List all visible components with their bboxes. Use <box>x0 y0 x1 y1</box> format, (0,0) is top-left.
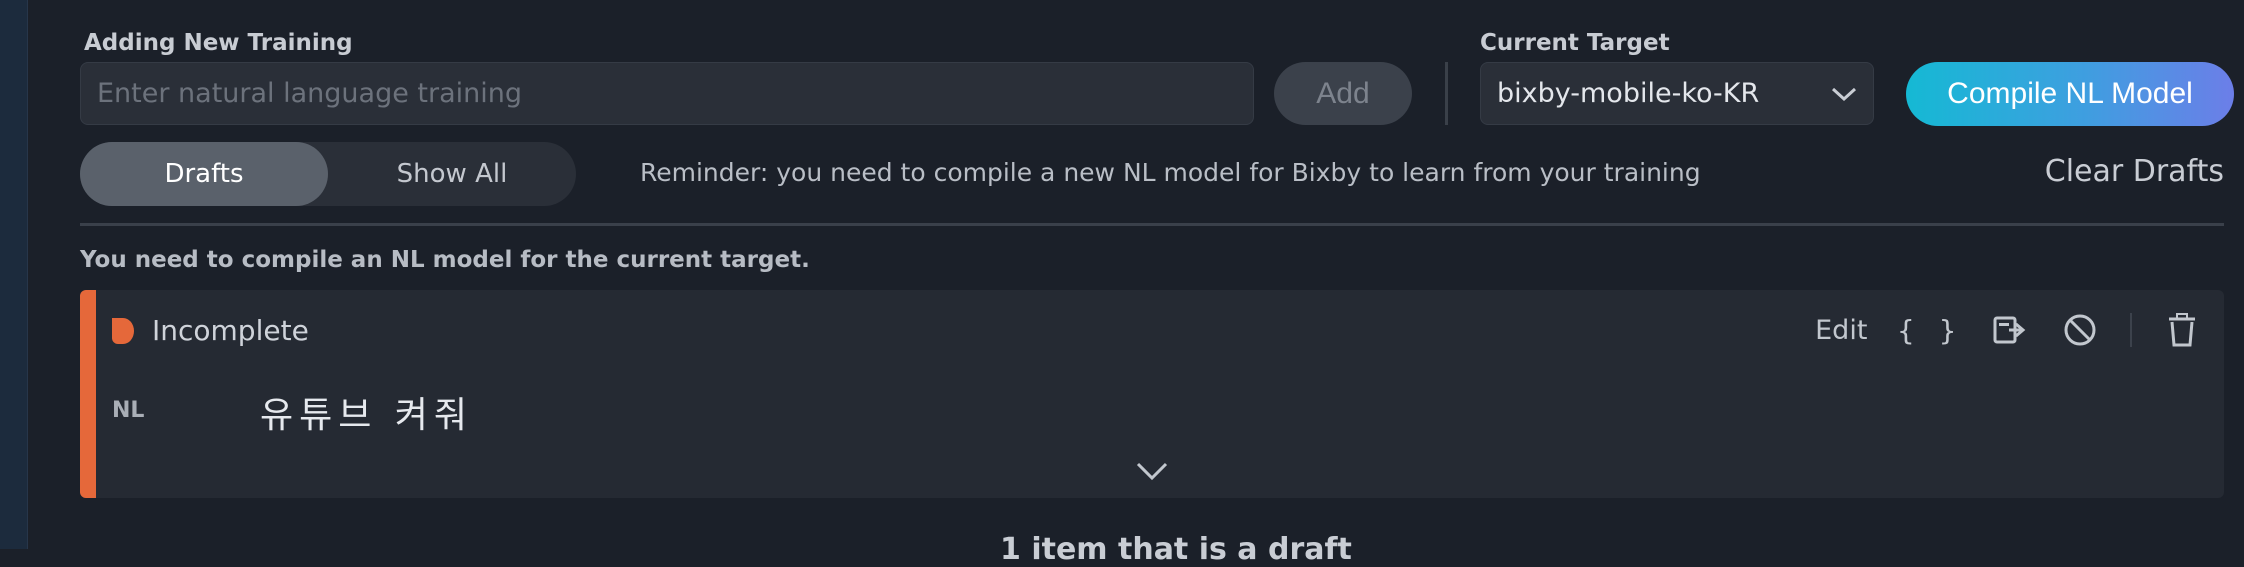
clear-drafts-button[interactable]: Clear Drafts <box>2045 154 2224 189</box>
reminder-text: Reminder: you need to compile a new NL m… <box>640 158 1701 187</box>
add-button[interactable]: Add <box>1274 62 1412 125</box>
section-divider <box>80 223 2224 226</box>
left-rail <box>0 0 28 549</box>
training-item-card[interactable]: Incomplete Edit { } NL 유튜브 켜줘 <box>80 290 2224 498</box>
nl-utterance: 유튜브 켜줘 <box>260 395 474 436</box>
draft-count-text: 1 item that is a draft <box>1000 532 1352 567</box>
item-actions: Edit { } <box>1815 308 2202 352</box>
incomplete-status-icon <box>112 318 134 344</box>
compile-nl-model-button[interactable]: Compile NL Model <box>1906 62 2234 126</box>
tab-show-all[interactable]: Show All <box>328 142 576 206</box>
status-label: Incomplete <box>152 314 309 347</box>
nl-label: NL <box>112 398 145 423</box>
edit-button[interactable]: Edit <box>1815 315 1867 346</box>
toolbar-divider <box>1445 62 1448 125</box>
trash-icon[interactable] <box>2162 310 2202 350</box>
chevron-down-icon[interactable] <box>1132 458 1172 484</box>
compile-warning: You need to compile an NL model for the … <box>80 247 810 273</box>
status-accent-bar <box>80 290 96 498</box>
actions-separator <box>2130 313 2132 347</box>
target-select[interactable]: bixby-mobile-ko-KR <box>1480 62 1874 125</box>
target-select-value: bixby-mobile-ko-KR <box>1497 78 1760 109</box>
view-json-button[interactable]: { } <box>1897 314 1960 347</box>
chevron-down-icon <box>1831 78 1857 109</box>
disable-icon[interactable] <box>2060 310 2100 350</box>
export-icon[interactable] <box>1990 310 2030 350</box>
current-target-label: Current Target <box>1480 30 1670 56</box>
tab-drafts[interactable]: Drafts <box>80 142 328 206</box>
training-input[interactable] <box>80 62 1254 125</box>
drafts-filter-toggle: Drafts Show All <box>80 142 576 206</box>
new-training-label: Adding New Training <box>84 30 353 56</box>
